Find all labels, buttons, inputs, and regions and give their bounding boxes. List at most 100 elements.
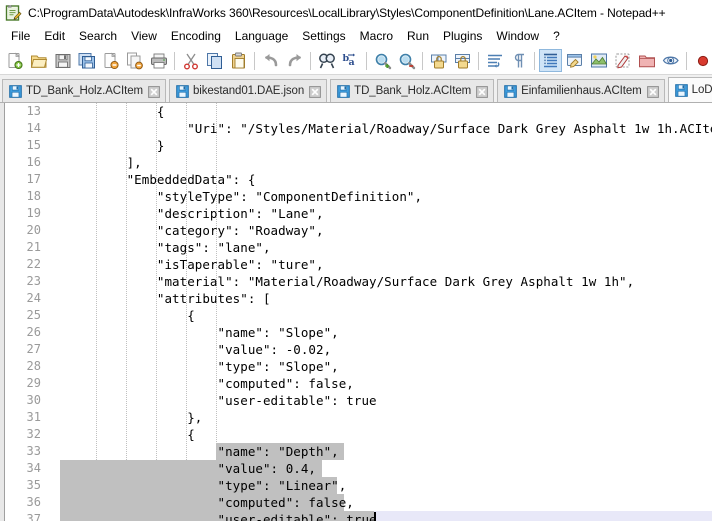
menu-item-edit[interactable]: Edit	[37, 27, 72, 46]
paste-button[interactable]	[227, 49, 250, 72]
code-line[interactable]: },	[60, 409, 712, 426]
menu-item-settings[interactable]: Settings	[295, 27, 352, 46]
code-folding-margin[interactable]	[46, 103, 60, 521]
indent-guideline-icon	[542, 52, 560, 70]
tab-0[interactable]: TD_Bank_Holz.ACItem	[2, 79, 166, 102]
redo-icon	[286, 52, 304, 70]
new-file-button[interactable]	[3, 49, 26, 72]
close-tab-icon[interactable]	[148, 85, 160, 98]
user-defined-dialog-button[interactable]	[563, 49, 586, 72]
menu-item-file[interactable]: File	[4, 27, 37, 46]
show-document-map-icon	[590, 52, 608, 70]
show-document-map-button[interactable]	[587, 49, 610, 72]
code-line[interactable]: {	[60, 426, 712, 443]
tab-label: LoD2_574_6018_1_	[691, 84, 712, 96]
code-line[interactable]: "user-editable": true	[60, 392, 712, 409]
window-title: C:\ProgramData\Autodesk\InfraWorks 360\R…	[28, 6, 666, 20]
new-file-icon	[6, 52, 24, 70]
sync-horizontal-scrolling-button[interactable]	[451, 49, 474, 72]
toolbar-separator	[254, 51, 255, 70]
save-all-button[interactable]	[75, 49, 98, 72]
tab-1[interactable]: bikestand01.DAE.json	[168, 79, 328, 102]
zoom-out-button[interactable]	[395, 49, 418, 72]
word-wrap-button[interactable]	[483, 49, 506, 72]
code-line[interactable]: "styleType": "ComponentDefinition",	[60, 188, 712, 205]
code-text-area[interactable]: { "Uri": "/Styles/Material/Roadway/Surfa…	[60, 103, 712, 521]
replace-button[interactable]: ba	[339, 49, 362, 72]
tab-4[interactable]: LoD2_574_6018_1_	[667, 77, 712, 102]
code-line[interactable]: {	[60, 307, 712, 324]
start-record-macro-icon	[694, 52, 712, 70]
notepad-plus-plus-icon	[5, 4, 22, 22]
code-line[interactable]: "user-editable": true	[60, 511, 712, 521]
line-number: 16	[26, 155, 41, 169]
close-file-button[interactable]	[99, 49, 122, 72]
close-tab-icon[interactable]	[309, 85, 322, 98]
menu-item-view[interactable]: View	[124, 27, 164, 46]
folder-as-workspace-button[interactable]	[635, 49, 658, 72]
function-list-button[interactable]	[611, 49, 634, 72]
undo-button[interactable]	[259, 49, 282, 72]
code-line[interactable]: "value": -0.02,	[60, 341, 712, 358]
line-number: 31	[26, 410, 41, 424]
code-line[interactable]: "name": "Depth",	[60, 443, 712, 460]
open-file-button[interactable]	[27, 49, 50, 72]
save-button[interactable]	[51, 49, 74, 72]
undo-icon	[262, 52, 280, 70]
show-all-characters-button[interactable]	[507, 49, 530, 72]
code-line[interactable]: "attributes": [	[60, 290, 712, 307]
line-number: 26	[26, 325, 41, 339]
line-number: 13	[26, 104, 41, 118]
menu-item-search[interactable]: Search	[72, 27, 124, 46]
line-number: 35	[26, 478, 41, 492]
menu-item-encoding[interactable]: Encoding	[164, 27, 228, 46]
code-line[interactable]: "description": "Lane",	[60, 205, 712, 222]
line-number: 17	[26, 172, 41, 186]
code-lines[interactable]: { "Uri": "/Styles/Material/Roadway/Surfa…	[60, 103, 712, 521]
code-line[interactable]: "value": 0.4,	[60, 460, 712, 477]
close-tab-icon[interactable]	[476, 85, 489, 98]
menu-item-[interactable]: ?	[546, 27, 567, 46]
replace-icon: ba	[342, 52, 360, 70]
code-line[interactable]: "type": "Linear",	[60, 477, 712, 494]
saved-document-icon	[337, 84, 350, 98]
menu-item-language[interactable]: Language	[228, 27, 295, 46]
menu-item-plugins[interactable]: Plugins	[436, 27, 489, 46]
editor-area[interactable]: 13 14 15 16 17 18 19 20 21 22 23 24 25 26 27 28 29 30 31 32…	[0, 103, 712, 521]
menu-item-macro[interactable]: Macro	[353, 27, 400, 46]
cut-button[interactable]	[179, 49, 202, 72]
menu-item-window[interactable]: Window	[489, 27, 546, 46]
document-preview-button[interactable]	[659, 49, 682, 72]
code-line[interactable]: "material": "Material/Roadway/Surface Da…	[60, 273, 712, 290]
code-line[interactable]: "tags": "lane",	[60, 239, 712, 256]
line-number: 24	[26, 291, 41, 305]
code-line[interactable]: "EmbeddedData": {	[60, 171, 712, 188]
code-line[interactable]: "computed": false,	[60, 375, 712, 392]
print-button[interactable]	[147, 49, 170, 72]
toolbar-separator	[366, 51, 367, 70]
print-icon	[150, 52, 168, 70]
close-all-files-button[interactable]	[123, 49, 146, 72]
code-line[interactable]: {	[60, 103, 712, 120]
close-tab-icon[interactable]	[646, 85, 659, 98]
zoom-out-icon	[398, 52, 416, 70]
indent-guideline-button[interactable]	[539, 49, 562, 72]
tab-2[interactable]: TD_Bank_Holz.ACItem	[330, 79, 495, 102]
redo-button[interactable]	[283, 49, 306, 72]
menu-item-run[interactable]: Run	[400, 27, 436, 46]
code-line[interactable]: "category": "Roadway",	[60, 222, 712, 239]
sync-vertical-scrolling-button[interactable]	[427, 49, 450, 72]
find-button[interactable]	[315, 49, 338, 72]
code-line[interactable]: "isTaperable": "ture",	[60, 256, 712, 273]
code-line[interactable]: "name": "Slope",	[60, 324, 712, 341]
code-line[interactable]: "computed": false,	[60, 494, 712, 511]
start-record-macro-button[interactable]	[691, 49, 712, 72]
line-number: 20	[26, 223, 41, 237]
copy-button[interactable]	[203, 49, 226, 72]
tab-3[interactable]: Einfamilienhaus.ACItem	[497, 79, 665, 102]
code-line[interactable]: "type": "Slope",	[60, 358, 712, 375]
zoom-in-button[interactable]	[371, 49, 394, 72]
code-line[interactable]: "Uri": "/Styles/Material/Roadway/Surface…	[60, 120, 712, 137]
code-line[interactable]: }	[60, 137, 712, 154]
code-line[interactable]: ],	[60, 154, 712, 171]
